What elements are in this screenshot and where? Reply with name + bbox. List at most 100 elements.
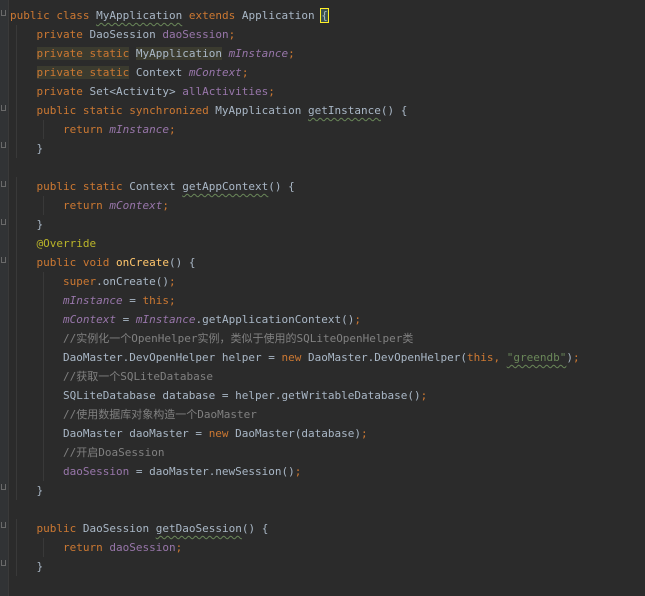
code-area[interactable]: public class MyApplication extends Appli… (10, 6, 640, 576)
code-line[interactable]: public void onCreate() { (10, 253, 640, 272)
code-line[interactable]: //使用数据库对象构造一个DaoMaster (10, 405, 640, 424)
code-line[interactable]: //开启DoaSession (10, 443, 640, 462)
code-token: public static (36, 180, 123, 193)
code-line[interactable]: private Set<Activity> allActivities; (10, 82, 640, 101)
code-token: Set<Activity> (82, 85, 183, 98)
code-token: public static synchronized (36, 104, 209, 117)
code-token: getInstance (308, 104, 381, 117)
code-line[interactable]: return mContext; (10, 196, 640, 215)
indent-guide (16, 462, 18, 481)
code-line[interactable] (10, 500, 640, 519)
code-token: } (10, 560, 44, 573)
code-line[interactable]: private static MyApplication mInstance; (10, 44, 640, 63)
fold-marker-icon[interactable] (1, 522, 6, 528)
code-line[interactable]: } (10, 481, 640, 500)
code-line[interactable] (10, 158, 640, 177)
code-line[interactable]: } (10, 139, 640, 158)
code-editor[interactable]: public class MyApplication extends Appli… (0, 0, 645, 596)
code-token: { (320, 8, 329, 23)
fold-marker-icon[interactable] (1, 257, 6, 263)
code-line[interactable]: } (10, 215, 640, 234)
code-token: () { (268, 180, 295, 193)
code-token: return (62, 123, 103, 136)
fold-marker-icon[interactable] (1, 105, 6, 111)
code-line[interactable]: //实例化一个OpenHelper实例，类似于使用的SQLiteOpenHelp… (10, 329, 640, 348)
code-line[interactable]: public DaoSession getDaoSession() { (10, 519, 640, 538)
indent-guide (16, 25, 18, 44)
code-token: DaoSession (76, 522, 156, 535)
code-token: ; (168, 294, 176, 307)
indent-guide (16, 367, 18, 386)
code-line[interactable]: private static Context mContext; (10, 63, 640, 82)
code-token: allActivities (182, 85, 269, 98)
code-line[interactable]: super.onCreate(); (10, 272, 640, 291)
fold-marker-icon[interactable] (1, 219, 6, 225)
indent-guide (16, 44, 18, 63)
code-token: getAppContext (182, 180, 269, 193)
code-line[interactable]: SQLiteDatabase database = helper.getWrit… (10, 386, 640, 405)
indent-guide (16, 63, 18, 82)
indent-guide (16, 291, 18, 310)
code-line[interactable]: DaoMaster daoMaster = new DaoMaster(data… (10, 424, 640, 443)
fold-marker-icon[interactable] (1, 142, 6, 148)
code-line[interactable]: mInstance = this; (10, 291, 640, 310)
code-line[interactable]: public static synchronized MyApplication… (10, 101, 640, 120)
code-token: () { (241, 522, 269, 535)
code-token: MyApplication (208, 104, 309, 117)
fold-marker-icon[interactable] (1, 10, 6, 16)
code-line[interactable]: //获取一个SQLiteDatabase (10, 367, 640, 386)
code-line[interactable]: public static Context getAppContext() { (10, 177, 640, 196)
indent-guide (16, 443, 18, 462)
indent-guide (42, 386, 44, 405)
indent-guide (16, 234, 18, 253)
code-token: mInstance (62, 294, 123, 307)
indent-guide (16, 424, 18, 443)
indent-guide (16, 557, 18, 576)
indent-guide (16, 120, 18, 139)
fold-marker-icon[interactable] (1, 181, 6, 187)
fold-marker-icon[interactable] (1, 560, 6, 566)
code-line[interactable]: return daoSession; (10, 538, 640, 557)
code-token: extends (188, 9, 236, 22)
code-token: mInstance (135, 313, 196, 326)
code-token: return (62, 541, 103, 554)
code-token: ; (162, 199, 169, 212)
code-line[interactable]: DaoMaster.DevOpenHelper helper = new Dao… (10, 348, 640, 367)
indent-guide (42, 462, 44, 481)
code-token: daoSession (109, 541, 176, 554)
code-line[interactable]: private DaoSession daoSession; (10, 25, 640, 44)
code-line[interactable]: @Override (10, 234, 640, 253)
indent-guide (42, 310, 44, 329)
code-token: = daoMaster.newSession() (129, 465, 295, 478)
fold-marker-icon[interactable] (1, 484, 6, 490)
code-token: ) (566, 351, 573, 364)
code-token: this (142, 294, 169, 307)
code-token: ; (572, 351, 580, 364)
code-comment: //开启DoaSession (62, 446, 165, 459)
code-line[interactable]: mContext = mInstance.getApplicationConte… (10, 310, 640, 329)
code-line[interactable]: daoSession = daoMaster.newSession(); (10, 462, 640, 481)
code-comment: //使用数据库对象构造一个DaoMaster (62, 408, 257, 421)
code-line[interactable]: } (10, 557, 640, 576)
code-token: DaoMaster(database) (228, 427, 362, 440)
code-line[interactable]: return mInstance; (10, 120, 640, 139)
indent-guide (42, 443, 44, 462)
code-token: daoSession (62, 465, 130, 478)
code-token: "greendb" (506, 351, 567, 364)
code-token: private (36, 85, 83, 98)
code-line[interactable]: public class MyApplication extends Appli… (10, 6, 640, 25)
fold-gutter (0, 0, 9, 596)
code-token: } (10, 484, 44, 497)
code-token: super (62, 275, 97, 288)
code-token: } (10, 218, 44, 231)
code-token: DaoSession (82, 28, 163, 41)
indent-guide (16, 272, 18, 291)
code-comment: //获取一个SQLiteDatabase (62, 370, 213, 383)
